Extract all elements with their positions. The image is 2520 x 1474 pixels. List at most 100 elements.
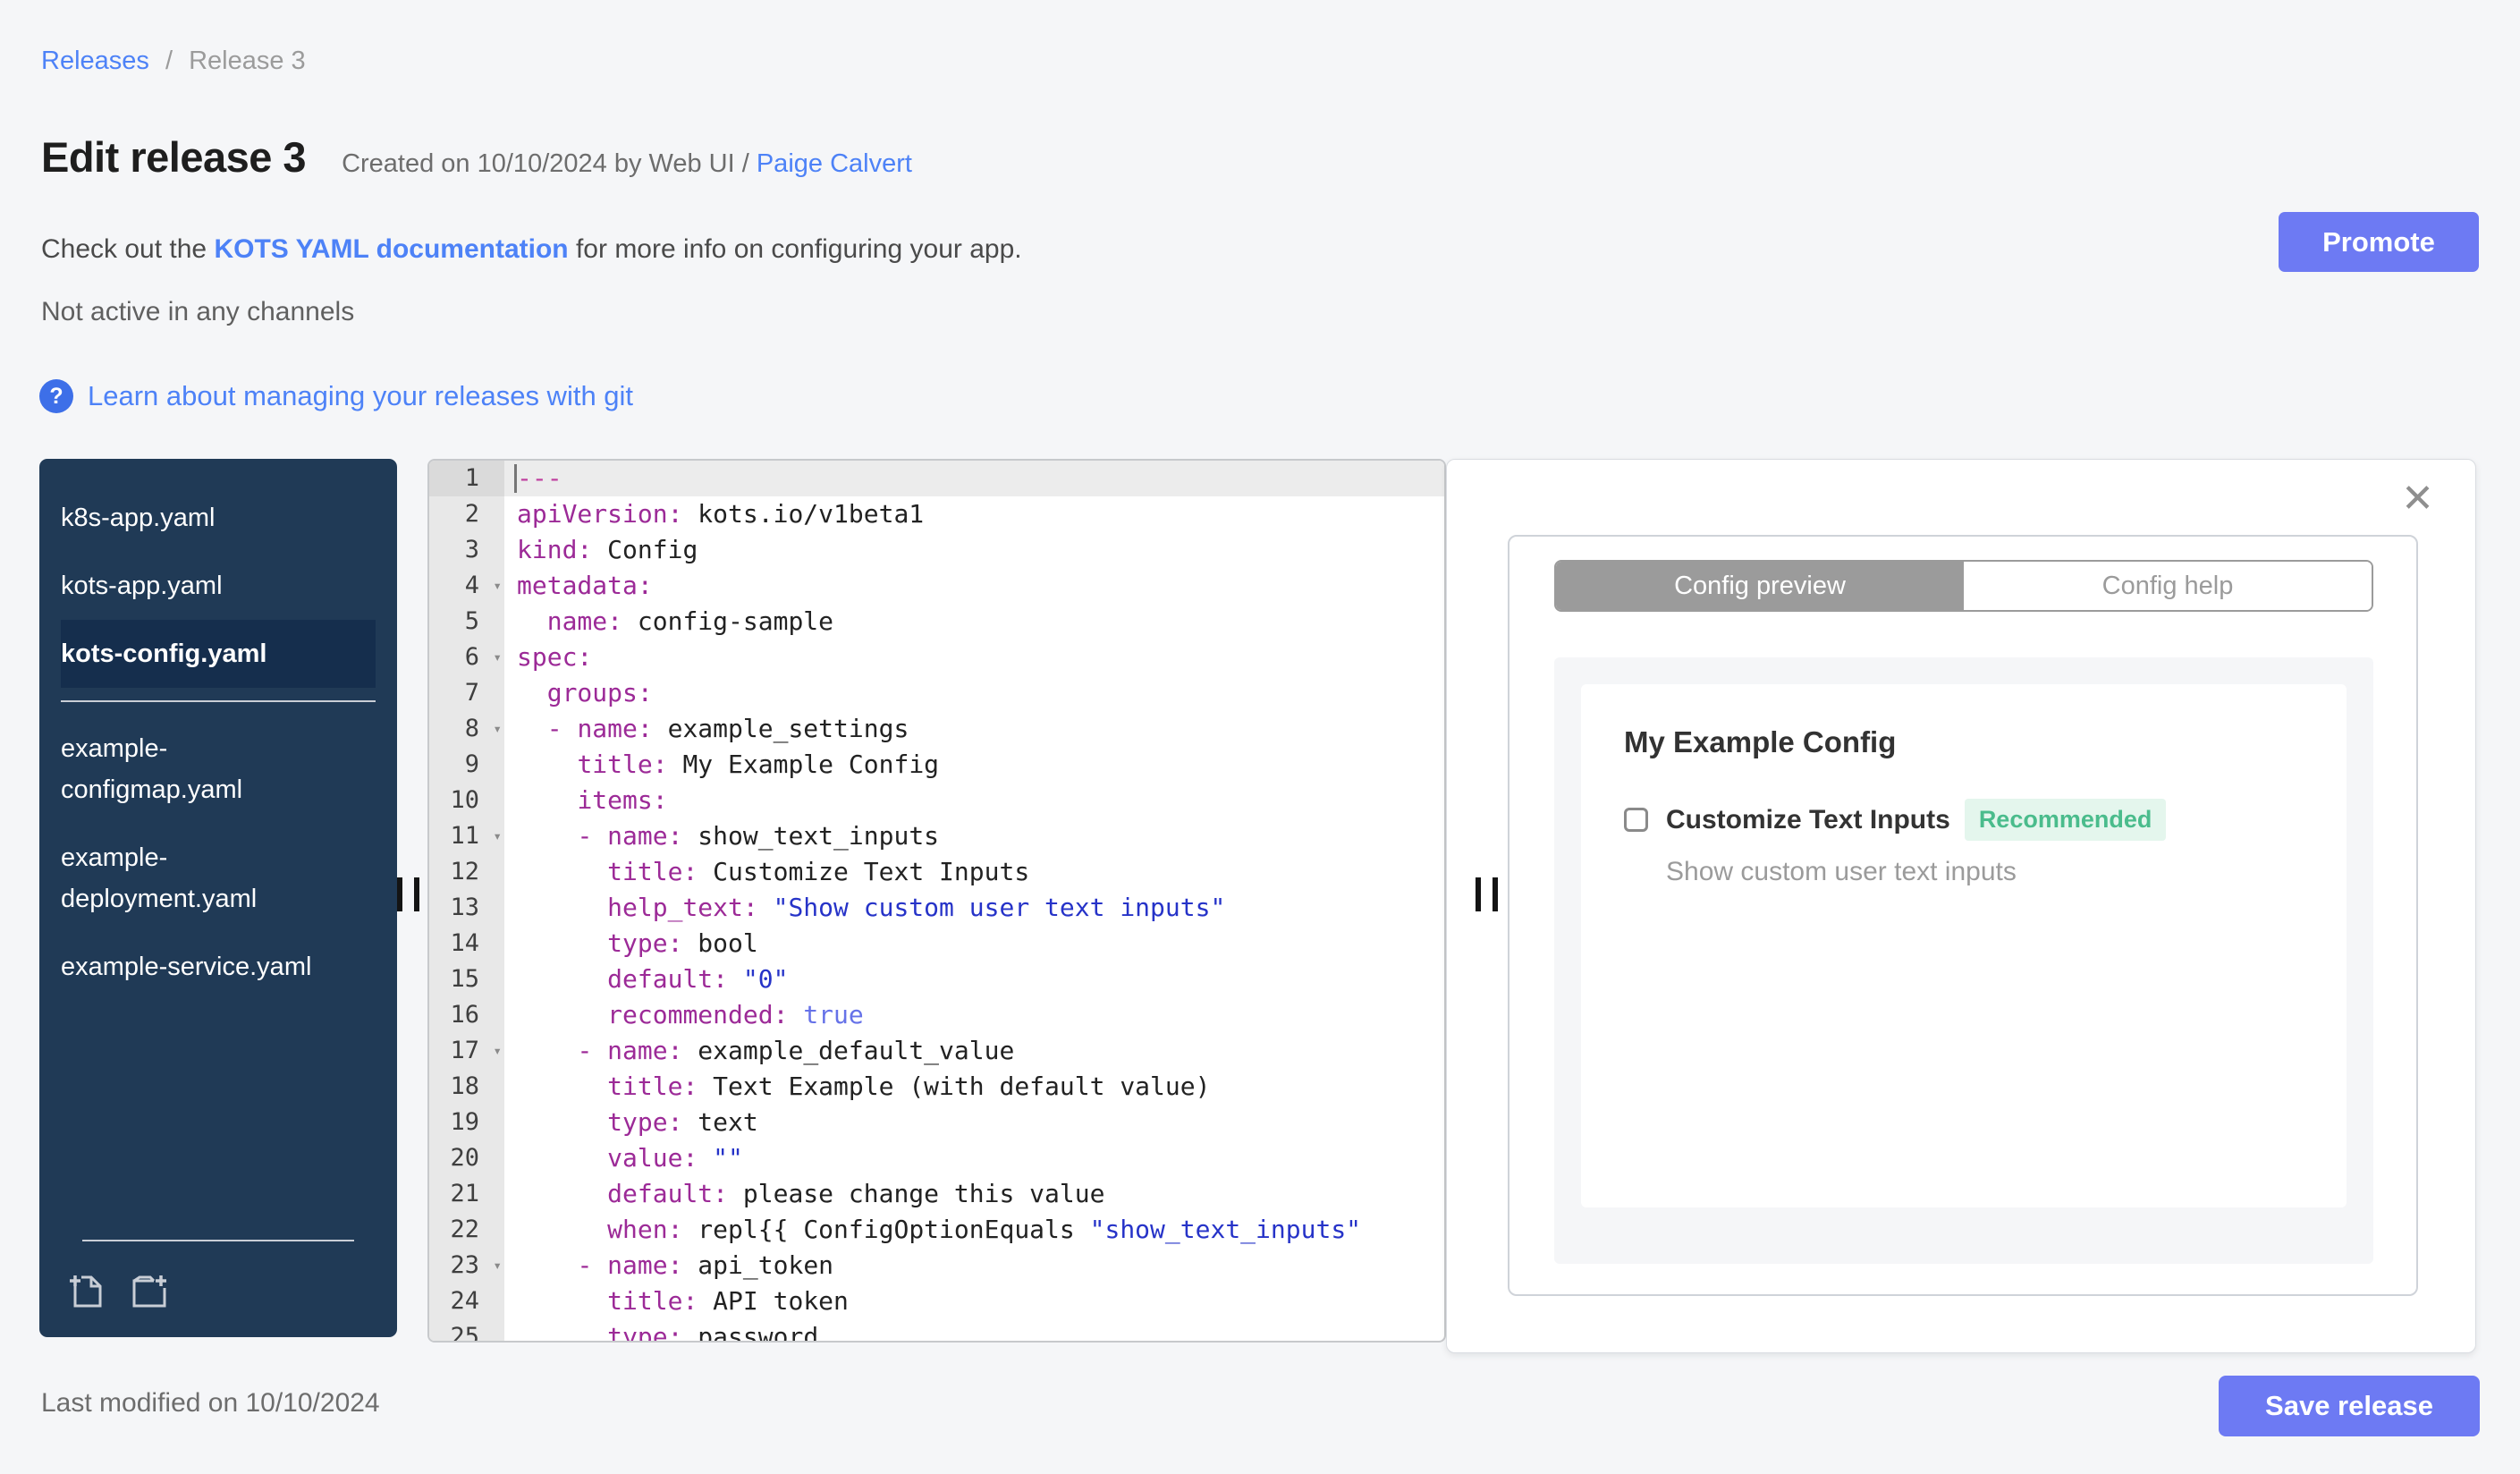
- fold-arrow-icon[interactable]: ▾: [493, 818, 502, 854]
- file-name-label: kots-config.yaml: [61, 640, 267, 668]
- file-name-label: k8s-app.yaml: [61, 504, 216, 532]
- add-folder-button[interactable]: [127, 1270, 172, 1314]
- code-line-2[interactable]: 2 apiVersion: kots.io/v1beta1: [429, 496, 1444, 532]
- code-text: items:: [577, 785, 668, 815]
- code-line-4[interactable]: 4 ▾ metadata:: [429, 568, 1444, 604]
- breadcrumb-current: Release 3: [189, 47, 306, 75]
- code-line-9[interactable]: 9 title: My Example Config: [429, 747, 1444, 783]
- config-item-checkbox[interactable]: [1624, 808, 1648, 832]
- save-release-button[interactable]: Save release: [2219, 1376, 2480, 1436]
- file-name-label: example-service.yaml: [61, 953, 312, 981]
- footer-divider: [82, 1240, 354, 1241]
- fold-arrow-icon[interactable]: ▾: [493, 568, 502, 604]
- code-text: name: config-sample: [546, 606, 834, 636]
- code-line-14[interactable]: 14 type: bool: [429, 926, 1444, 961]
- recommended-badge: Recommended: [1964, 799, 2167, 841]
- yaml-code-editor[interactable]: 1 --- 2 apiVersion: kots.io/v1beta1 3 kind: C…: [427, 459, 1446, 1343]
- file-tree-sidebar: k8s-app.yaml kots-app.yaml kots-config.yam…: [39, 459, 397, 1337]
- fold-arrow-icon[interactable]: ▾: [493, 711, 502, 747]
- kots-yaml-docs-link[interactable]: KOTS YAML documentation: [214, 234, 568, 264]
- code-line-22[interactable]: 22 when: repl{{ ConfigOptionEquals "show…: [429, 1212, 1444, 1248]
- text-cursor: [514, 464, 517, 493]
- line-number: 9: [429, 747, 504, 783]
- add-file-button[interactable]: [66, 1270, 107, 1314]
- file-item-kots-config.yaml[interactable]: kots-config.yaml: [61, 620, 376, 688]
- code-line-20[interactable]: 20 value: "": [429, 1140, 1444, 1176]
- git-help-row: ? Learn about managing your releases wit…: [39, 379, 633, 413]
- code-text: ---: [504, 461, 1444, 496]
- code-line-21[interactable]: 21 default: please change this value: [429, 1176, 1444, 1212]
- tab-config-preview[interactable]: Config preview: [1556, 562, 1964, 610]
- code-line-11[interactable]: 11 ▾ - name: show_text_inputs: [429, 818, 1444, 854]
- code-line-8[interactable]: 8 ▾ - name: example_settings: [429, 711, 1444, 747]
- code-text: - name: show_text_inputs: [577, 821, 940, 851]
- line-number: 17 ▾: [429, 1033, 504, 1069]
- code-line-3[interactable]: 3 kind: Config: [429, 532, 1444, 568]
- file-item-example-deployment.yaml[interactable]: example-deployment.yaml: [61, 824, 376, 933]
- fold-arrow-icon[interactable]: ▾: [493, 1248, 502, 1283]
- code-line-15[interactable]: 15 default: "0": [429, 961, 1444, 997]
- close-icon[interactable]: ✕: [2401, 479, 2434, 519]
- code-line-1[interactable]: 1 ---: [429, 461, 1444, 496]
- code-text: recommended: true: [607, 1000, 864, 1029]
- line-number: 15: [429, 961, 504, 997]
- page-title: Edit release 3: [41, 133, 307, 181]
- code-text: value: "": [607, 1143, 743, 1173]
- line-number: 13: [429, 890, 504, 926]
- code-line-23[interactable]: 23 ▾ - name: api_token: [429, 1248, 1444, 1283]
- line-number: 24: [429, 1283, 504, 1319]
- line-number: 20: [429, 1140, 504, 1176]
- code-text: kind: Config: [517, 535, 698, 564]
- line-number: 7: [429, 675, 504, 711]
- code-line-24[interactable]: 24 title: API token: [429, 1283, 1444, 1319]
- git-releases-link[interactable]: Learn about managing your releases with …: [88, 380, 633, 412]
- code-text: spec:: [517, 642, 593, 672]
- code-text: type: password: [607, 1322, 819, 1343]
- config-tab-group: Config preview Config help: [1554, 560, 2373, 612]
- resize-bar: [1476, 877, 1481, 911]
- created-line: Created on 10/10/2024 by Web UI / Paige …: [342, 149, 912, 179]
- code-line-10[interactable]: 10 items:: [429, 783, 1444, 818]
- code-line-5[interactable]: 5 name: config-sample: [429, 604, 1444, 640]
- resize-bar: [397, 877, 402, 911]
- code-line-6[interactable]: 6 ▾ spec:: [429, 640, 1444, 675]
- code-line-7[interactable]: 7 groups:: [429, 675, 1444, 711]
- pane-resize-handle-left[interactable]: [397, 877, 419, 911]
- code-text: help_text: "Show custom user text inputs…: [607, 893, 1226, 922]
- file-name-label: kots-app.yaml: [61, 572, 223, 600]
- code-line-13[interactable]: 13 help_text: "Show custom user text inp…: [429, 890, 1444, 926]
- promote-button[interactable]: Promote: [2279, 212, 2479, 272]
- line-number: 3: [429, 532, 504, 568]
- code-line-12[interactable]: 12 title: Customize Text Inputs: [429, 854, 1444, 890]
- fold-arrow-icon[interactable]: ▾: [493, 1033, 502, 1069]
- editor-lines: 1 --- 2 apiVersion: kots.io/v1beta1 3 kind: C…: [429, 461, 1444, 1343]
- release-editor-page: Releases / Release 3 Edit release 3 Crea…: [0, 0, 2520, 1474]
- add-folder-icon: [127, 1275, 172, 1314]
- breadcrumb-releases-link[interactable]: Releases: [41, 47, 149, 75]
- line-number: 25: [429, 1319, 504, 1341]
- created-by-user-link[interactable]: Paige Calvert: [757, 149, 912, 178]
- config-item-row: Customize Text Inputs Recommended: [1624, 799, 2304, 841]
- file-item-k8s-app.yaml[interactable]: k8s-app.yaml: [61, 484, 376, 552]
- line-number: 2: [429, 496, 504, 532]
- code-text: - name: example_settings: [546, 714, 909, 743]
- code-text: title: Customize Text Inputs: [607, 857, 1030, 886]
- pane-resize-handle-right[interactable]: [1476, 877, 1498, 911]
- file-item-example-configmap.yaml[interactable]: example-configmap.yaml: [61, 715, 376, 824]
- line-number: 8 ▾: [429, 711, 504, 747]
- code-line-25[interactable]: 25 type: password: [429, 1319, 1444, 1343]
- code-line-17[interactable]: 17 ▾ - name: example_default_value: [429, 1033, 1444, 1069]
- breadcrumb-separator: /: [165, 47, 173, 75]
- code-line-19[interactable]: 19 type: text: [429, 1105, 1444, 1140]
- file-item-kots-app.yaml[interactable]: kots-app.yaml: [61, 552, 376, 620]
- line-number: 14: [429, 926, 504, 961]
- code-line-16[interactable]: 16 recommended: true: [429, 997, 1444, 1033]
- line-number: 12: [429, 854, 504, 890]
- file-item-example-service.yaml[interactable]: example-service.yaml: [61, 933, 376, 1001]
- line-number: 10: [429, 783, 504, 818]
- fold-arrow-icon[interactable]: ▾: [493, 640, 502, 675]
- last-modified-text: Last modified on 10/10/2024: [41, 1388, 380, 1418]
- code-line-18[interactable]: 18 title: Text Example (with default val…: [429, 1069, 1444, 1105]
- config-group-title: My Example Config: [1624, 725, 1897, 758]
- tab-config-help[interactable]: Config help: [1964, 562, 2372, 610]
